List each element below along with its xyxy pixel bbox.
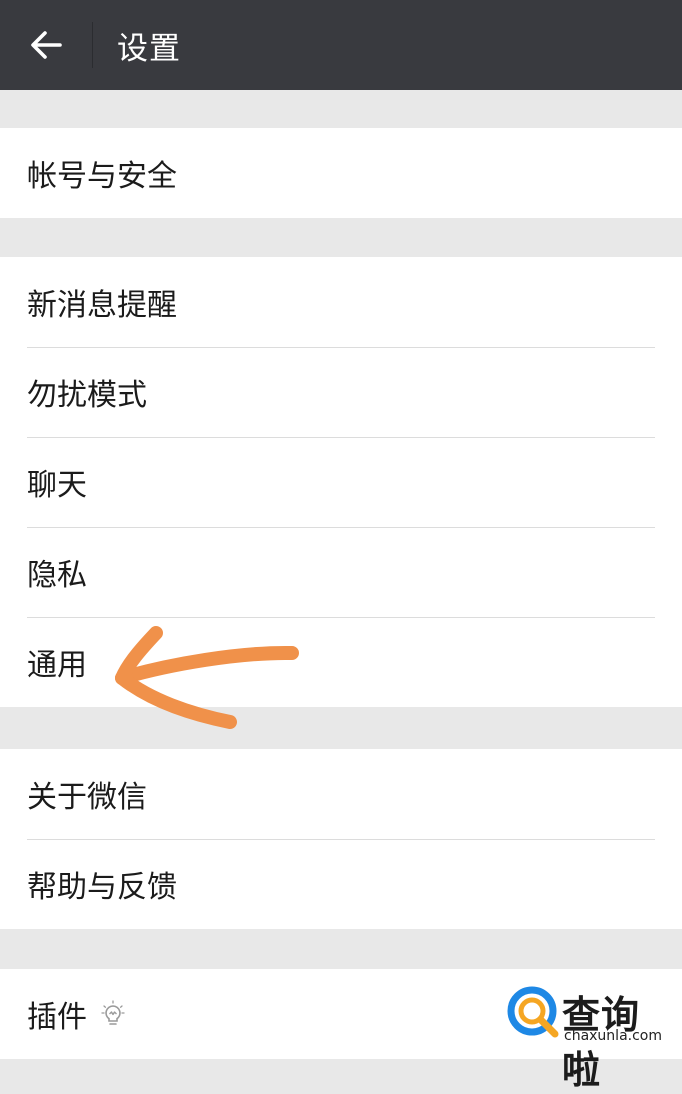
settings-item-general[interactable]: 通用 [0, 617, 682, 707]
page-title: 设置 [117, 30, 181, 67]
settings-item-account-security[interactable]: 帐号与安全 [0, 128, 682, 218]
settings-item-help-feedback[interactable]: 帮助与反馈 [0, 839, 682, 929]
watermark-logo-icon [507, 986, 559, 1038]
settings-item-label: 通用 [27, 648, 87, 683]
settings-item-label: 隐私 [27, 558, 87, 593]
settings-item-label: 新消息提醒 [27, 288, 177, 323]
app-header: 设置 [0, 0, 682, 90]
settings-item-label: 插件 [27, 1000, 87, 1035]
settings-item-notifications[interactable]: 新消息提醒 [0, 257, 682, 347]
settings-group-account: 帐号与安全 [0, 128, 682, 218]
lightbulb-icon [101, 1000, 125, 1028]
settings-item-label: 勿扰模式 [27, 378, 147, 413]
settings-item-label: 帐号与安全 [27, 159, 177, 194]
settings-group-general: 新消息提醒 勿扰模式 聊天 隐私 通用 [0, 257, 682, 707]
watermark: 查询啦 chaxunla.com [505, 982, 675, 1092]
header-divider [92, 22, 93, 68]
settings-group-about: 关于微信 帮助与反馈 [0, 749, 682, 929]
settings-item-do-not-disturb[interactable]: 勿扰模式 [0, 347, 682, 437]
arrow-left-icon [31, 31, 62, 59]
watermark-url: chaxunla.com [564, 1028, 662, 1044]
back-button[interactable] [0, 0, 92, 90]
settings-item-chats[interactable]: 聊天 [0, 437, 682, 527]
settings-item-privacy[interactable]: 隐私 [0, 527, 682, 617]
settings-item-label: 聊天 [27, 468, 87, 503]
settings-item-about-wechat[interactable]: 关于微信 [0, 749, 682, 839]
settings-item-label: 帮助与反馈 [27, 870, 177, 905]
settings-item-label: 关于微信 [27, 780, 147, 815]
